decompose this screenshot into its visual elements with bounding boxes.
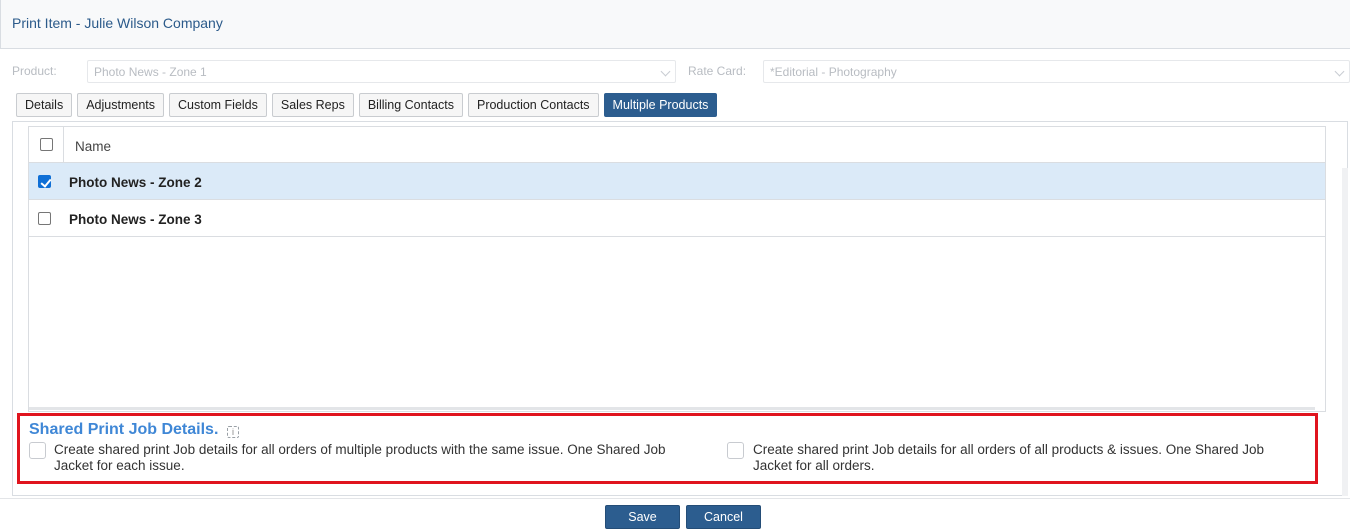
panel-scrollbar[interactable] <box>1342 168 1348 496</box>
shared-per-issue-label: Create shared print Job details for all … <box>54 442 666 473</box>
shared-per-issue-checkbox[interactable] <box>29 442 46 459</box>
section-heading: Shared Print Job Details. <box>29 421 219 438</box>
tab-adjustments[interactable]: Adjustments <box>77 93 164 117</box>
tab-custom-fields[interactable]: Custom Fields <box>169 93 267 117</box>
window-title: Print Item - Julie Wilson Company <box>12 15 223 31</box>
row-name: Photo News - Zone 3 <box>69 212 202 227</box>
rate-card-select-value: *Editorial - Photography <box>770 65 897 79</box>
tab-billing-contacts[interactable]: Billing Contacts <box>358 93 463 117</box>
cancel-button[interactable]: Cancel <box>686 505 761 529</box>
grid-horizontal-scrollbar[interactable] <box>29 407 1315 410</box>
grid-header: Name <box>29 127 1325 163</box>
chevron-down-icon <box>1334 66 1345 77</box>
footer-divider <box>0 498 1350 499</box>
product-select-value: Photo News - Zone 1 <box>94 65 207 79</box>
tab-bar: Details Adjustments Custom Fields Sales … <box>16 93 722 117</box>
select-all-checkbox[interactable] <box>40 138 53 151</box>
title-bar: Print Item - Julie Wilson Company <box>0 0 1350 49</box>
row-checkbox[interactable] <box>38 212 51 225</box>
save-button[interactable]: Save <box>605 505 680 529</box>
shared-all-orders-label: Create shared print Job details for all … <box>753 442 1265 473</box>
row-checkbox[interactable] <box>38 175 51 188</box>
chevron-down-icon <box>660 66 671 77</box>
shared-all-orders-checkbox[interactable] <box>727 442 744 459</box>
tab-multiple-products[interactable]: Multiple Products <box>603 93 718 117</box>
product-select[interactable]: Photo News - Zone 1 <box>87 60 676 83</box>
table-row[interactable]: Photo News - Zone 3 <box>29 200 1325 237</box>
tab-sales-reps[interactable]: Sales Reps <box>271 93 354 117</box>
rate-card-label: Rate Card: <box>688 64 747 78</box>
tab-production-contacts[interactable]: Production Contacts <box>467 93 599 117</box>
column-header-name[interactable]: Name <box>75 139 111 154</box>
table-row[interactable]: Photo News - Zone 2 <box>29 163 1325 200</box>
tab-details[interactable]: Details <box>16 93 73 117</box>
row-name: Photo News - Zone 2 <box>69 175 202 190</box>
products-grid: Name Photo News - Zone 2 Photo News - Zo… <box>28 126 1326 412</box>
product-label: Product: <box>12 64 57 78</box>
rate-card-select[interactable]: *Editorial - Photography <box>763 60 1350 83</box>
shared-print-job-section: Shared Print Job Details. i Create share… <box>17 413 1318 484</box>
column-divider <box>63 127 64 163</box>
info-icon[interactable]: i <box>227 426 239 438</box>
